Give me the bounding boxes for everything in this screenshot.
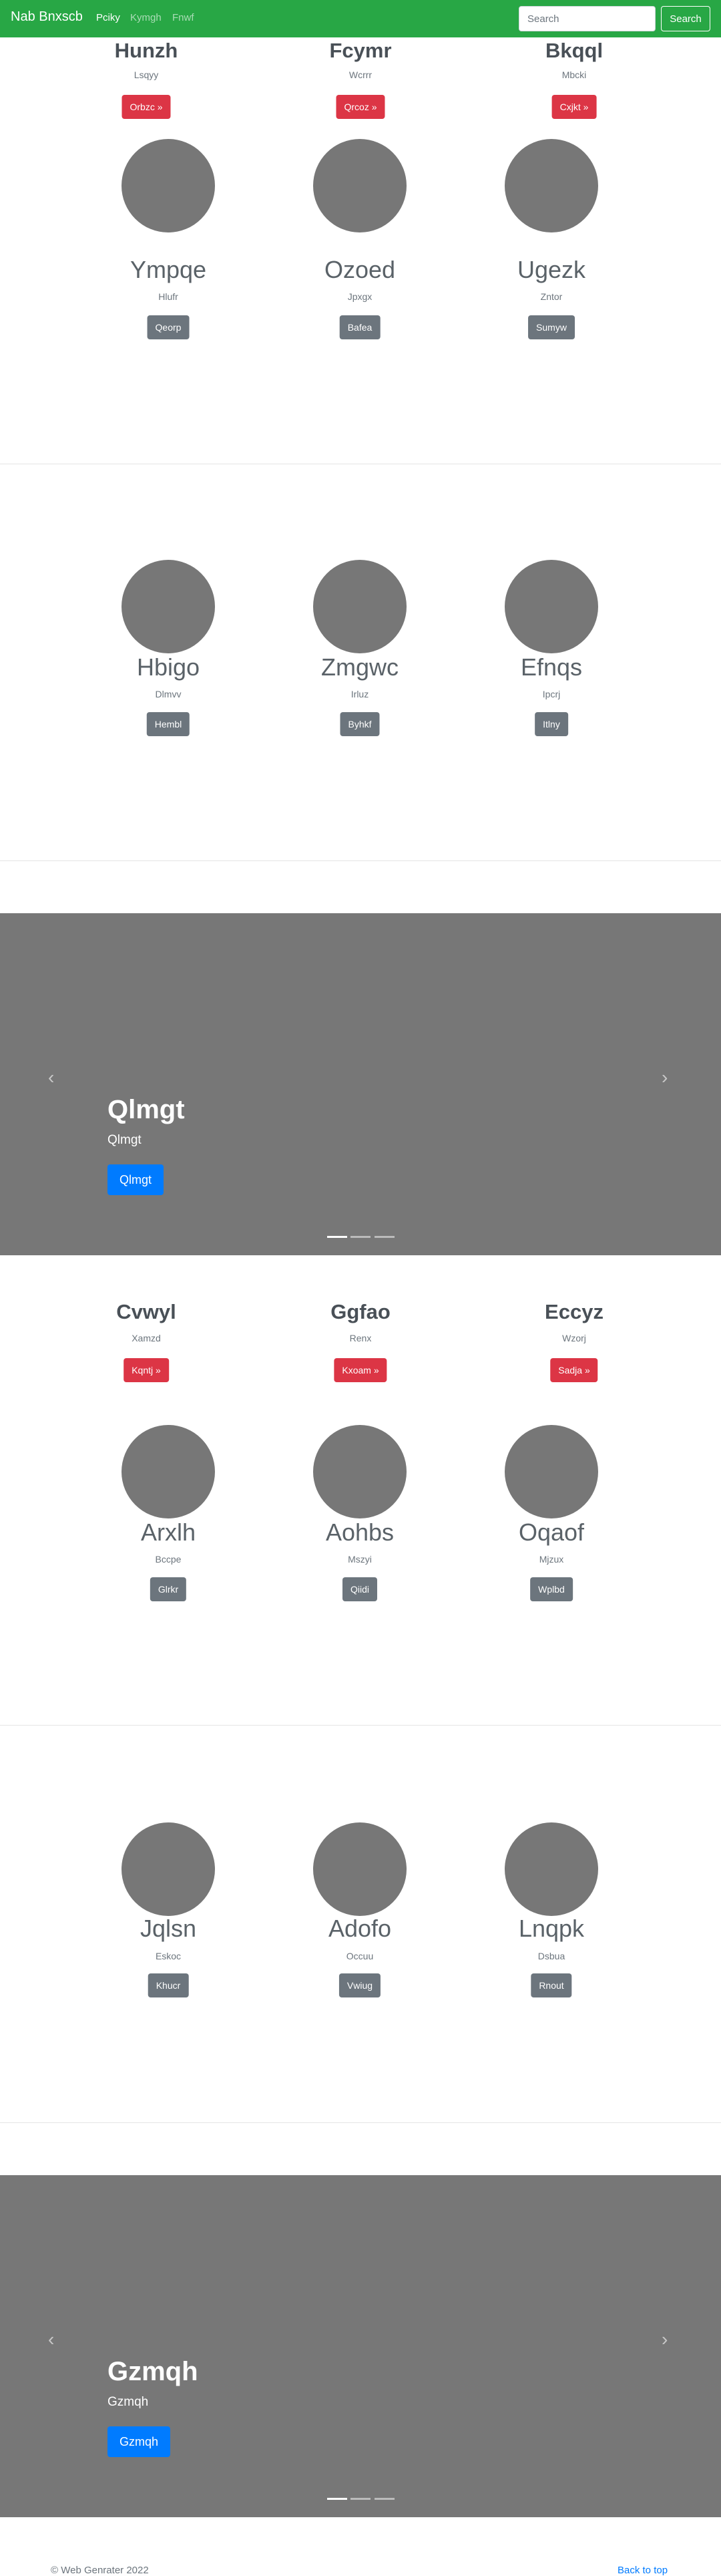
profile-button[interactable]: Bafea — [339, 315, 381, 339]
profile-subtitle: Dsbua — [537, 1951, 565, 1961]
carousel-next-icon[interactable]: › — [662, 2329, 668, 2350]
card-subtitle: Lsqyy — [134, 69, 159, 80]
profile-name: Aohbs — [325, 1518, 395, 1546]
carousel-indicator[interactable] — [350, 1236, 371, 1238]
carousel-indicator[interactable] — [375, 2498, 395, 2500]
profile-button[interactable]: Qiidi — [342, 1577, 378, 1601]
profile-subtitle: Irluz — [350, 689, 369, 699]
card-title: Ggfao — [330, 1300, 391, 1323]
profile-name: Efnqs — [520, 653, 583, 681]
card-button[interactable]: Sadja » — [550, 1358, 598, 1382]
profile-button[interactable]: Wplbd — [530, 1577, 573, 1601]
profile-subtitle: Hlufr — [158, 291, 178, 302]
profile-name: Jqlsn — [140, 1915, 197, 1942]
section-divider — [0, 860, 721, 861]
nav-link-1[interactable]: Pciky — [96, 12, 120, 23]
avatar — [313, 1822, 407, 1916]
profile-name: Ozoed — [324, 256, 396, 283]
carousel-button[interactable]: Qlmgt — [107, 1164, 164, 1195]
carousel-caption: Qlmgt — [107, 1133, 142, 1147]
avatar — [505, 1425, 598, 1518]
profile-button[interactable]: Qeorp — [147, 315, 190, 339]
profile-button[interactable]: Hembl — [146, 712, 190, 736]
card-button[interactable]: Qrcoz » — [336, 95, 385, 119]
avatar — [313, 1425, 407, 1518]
avatar — [505, 560, 598, 653]
profile-name: Adofo — [328, 1915, 392, 1942]
carousel-indicator[interactable] — [350, 2498, 371, 2500]
card-button[interactable]: Kqntj » — [124, 1358, 169, 1382]
carousel-title: Qlmgt — [107, 1095, 185, 1124]
carousel-prev-icon[interactable]: ‹ — [48, 2329, 54, 2350]
avatar — [122, 139, 215, 232]
card-subtitle: Mbcki — [561, 69, 587, 80]
card-title: Fcymr — [329, 39, 392, 62]
search-input[interactable] — [519, 6, 656, 31]
profile-subtitle: Zntor — [540, 291, 563, 302]
carousel-indicator[interactable] — [327, 1236, 347, 1238]
carousel-prev-icon[interactable]: ‹ — [48, 1067, 54, 1088]
profile-subtitle: Ipcrj — [542, 689, 561, 699]
profile-button[interactable]: Vwiug — [338, 1973, 381, 1997]
profile-button[interactable]: Itlny — [535, 712, 568, 736]
avatar — [505, 139, 598, 232]
profile-subtitle: Occuu — [346, 1951, 374, 1961]
carousel-next-icon[interactable]: › — [662, 1067, 668, 1088]
profile-button[interactable]: Glrkr — [150, 1577, 187, 1601]
avatar — [313, 139, 407, 232]
carousel-button[interactable]: Gzmqh — [107, 2426, 171, 2457]
avatar — [505, 1822, 598, 1916]
footer-copyright: © Web Genrater 2022 — [51, 2565, 149, 2576]
carousel: ‹ › Gzmqh Gzmqh Gzmqh — [0, 2175, 721, 2517]
profile-name: Zmgwc — [321, 653, 399, 681]
profile-subtitle: Bccpe — [155, 1554, 182, 1565]
avatar — [122, 1822, 215, 1916]
carousel: ‹ › Qlmgt Qlmgt Qlmgt — [0, 913, 721, 1255]
profile-subtitle: Dlmvv — [155, 689, 182, 699]
card-subtitle: Xamzd — [132, 1333, 161, 1343]
profile-subtitle: Jpxgx — [347, 291, 373, 302]
carousel-indicator[interactable] — [375, 1236, 395, 1238]
profile-name: Lnqpk — [518, 1915, 585, 1942]
card-title: Cvwyl — [116, 1300, 176, 1323]
card-subtitle: Wzorj — [562, 1333, 586, 1343]
carousel-indicator[interactable] — [327, 2498, 347, 2500]
card-subtitle: Renx — [349, 1333, 372, 1343]
profile-button[interactable]: Khucr — [148, 1973, 189, 1997]
card-button[interactable]: Orbzc » — [122, 95, 171, 119]
carousel-title: Gzmqh — [107, 2357, 198, 2386]
navbar: Nab Bnxscb Pciky Kymgh Fnwf Search — [0, 0, 721, 37]
profile-name: Hbigo — [136, 653, 200, 681]
carousel-caption: Gzmqh — [107, 2395, 149, 2409]
back-to-top-link[interactable]: Back to top — [618, 2565, 668, 2576]
nav-link-3[interactable]: Fnwf — [172, 12, 194, 23]
card-title: Bkqql — [545, 39, 604, 62]
avatar — [122, 1425, 215, 1518]
section-divider — [0, 2122, 721, 2123]
card-title: Hunzh — [114, 39, 178, 62]
profile-name: Arxlh — [140, 1518, 196, 1546]
navbar-brand[interactable]: Nab Bnxscb — [11, 9, 83, 25]
profile-button[interactable]: Byhkf — [340, 712, 380, 736]
profile-button[interactable]: Sumyw — [528, 315, 575, 339]
profile-name: Ympqe — [130, 256, 207, 283]
avatar — [122, 560, 215, 653]
card-button[interactable]: Kxoam » — [334, 1358, 387, 1382]
section-divider — [0, 1725, 721, 1726]
profile-subtitle: Eskoc — [155, 1951, 182, 1961]
profile-subtitle: Mszyi — [348, 1554, 372, 1565]
profile-subtitle: Mjzux — [539, 1554, 564, 1565]
search-button[interactable]: Search — [661, 6, 710, 31]
profile-name: Oqaof — [518, 1518, 585, 1546]
card-subtitle: Wcrrr — [348, 69, 373, 80]
profile-name: Ugezk — [517, 256, 586, 283]
card-title: Eccyz — [545, 1300, 604, 1323]
card-button[interactable]: Cxjkt » — [551, 95, 597, 119]
nav-link-2[interactable]: Kymgh — [130, 12, 162, 23]
profile-button[interactable]: Rnout — [531, 1973, 572, 1997]
avatar — [313, 560, 407, 653]
